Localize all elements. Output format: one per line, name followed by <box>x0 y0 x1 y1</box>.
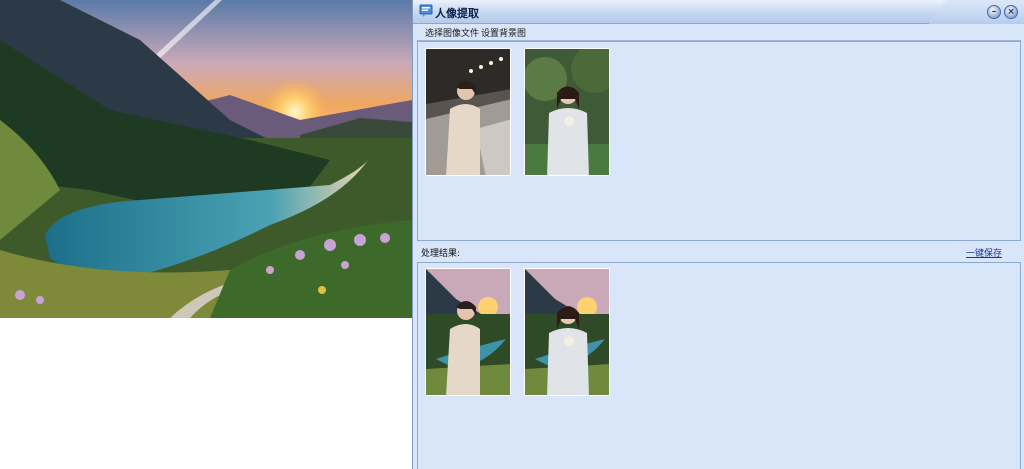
minimize-icon: – <box>991 7 997 17</box>
result-thumbnail[interactable] <box>524 268 610 396</box>
select-image-file-button[interactable]: 选择图像文件 <box>425 26 479 39</box>
source-images-panel <box>417 41 1021 241</box>
results-label: 处理结果: <box>421 249 461 259</box>
chat-window-icon <box>419 4 433 18</box>
save-all-link[interactable]: 一键保存 <box>966 246 1002 259</box>
result-thumbnail[interactable] <box>425 268 511 396</box>
close-icon: × <box>1007 7 1015 17</box>
toolbar: 选择图像文件 设置背景图 <box>417 25 1021 41</box>
results-panel <box>417 262 1021 469</box>
title-bar[interactable]: 人像提取 – × <box>413 0 1024 24</box>
close-button[interactable]: × <box>1004 5 1018 19</box>
background-landscape-image <box>0 0 412 318</box>
minimize-button[interactable]: – <box>987 5 1001 19</box>
portrait-extraction-window: 人像提取 – × 选择图像文件 设置背景图 处理结果: 一键保存 <box>412 0 1024 469</box>
set-background-button[interactable]: 设置背景图 <box>481 26 526 39</box>
source-thumbnail[interactable] <box>524 48 610 176</box>
window-title: 人像提取 <box>435 7 479 20</box>
source-thumbnail[interactable] <box>425 48 511 176</box>
